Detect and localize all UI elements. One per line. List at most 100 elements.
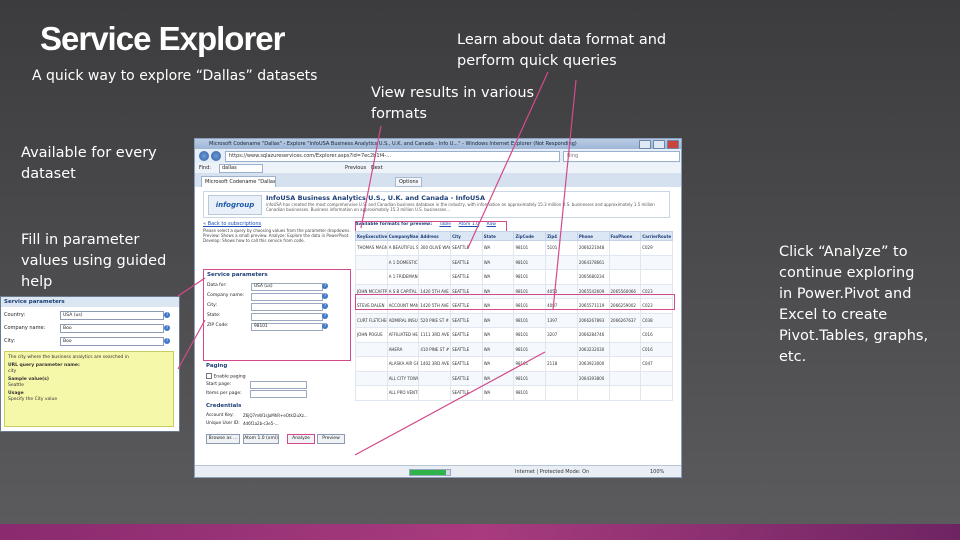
inset-country-select[interactable]: USA (us) — [60, 311, 164, 320]
column-header[interactable]: Address — [418, 231, 452, 241]
column-header[interactable]: CarrierRoute — [640, 231, 673, 241]
table-cell: SEATTLE — [450, 269, 483, 285]
table-cell — [608, 254, 642, 270]
column-header[interactable]: KeyExecutive — [355, 231, 388, 241]
search-input[interactable]: Bing — [563, 151, 680, 162]
table-row: ALASKA AIR GROUP1402 3RD AVE # 6000SEATT… — [355, 356, 673, 372]
param-label: State: — [207, 313, 221, 318]
inset-company-input[interactable]: Boo — [60, 324, 164, 333]
table-row: ALL CITY TOWING SEATTLEWA98101 2064393800 — [355, 370, 673, 386]
help-icon[interactable]: ? — [322, 293, 328, 299]
inset-param-label: Country: — [4, 312, 26, 318]
callout-available: Available for every dataset — [21, 145, 157, 182]
column-header[interactable]: ZipCode — [513, 231, 547, 241]
table-cell: ALL PRO VENTILATION — [386, 385, 420, 401]
find-label: Find: — [199, 165, 211, 171]
column-header[interactable]: FaxPhone — [608, 231, 642, 241]
table-cell — [608, 269, 642, 285]
table-cell: 1111 3RD AVE # 1125 — [418, 327, 452, 343]
status-text: Internet | Protected Mode: On — [515, 469, 590, 475]
table-cell — [418, 385, 452, 401]
back-arrow-icon[interactable] — [199, 151, 209, 161]
table-cell: 5101 — [545, 240, 578, 256]
zoom-level[interactable]: 100% — [650, 466, 664, 477]
options-button[interactable]: Options — [395, 177, 423, 187]
tip-sample-label: Sample value(s) — [8, 377, 49, 382]
items-per-page-input[interactable] — [250, 390, 307, 398]
param-company-input[interactable] — [251, 293, 323, 301]
table-cell: ADMIRAL INSURANCE CO — [386, 312, 420, 328]
table-cell: 520 PIKE ST # 2609 — [418, 312, 452, 328]
maximize-button[interactable] — [653, 140, 665, 149]
help-icon[interactable]: ? — [164, 312, 170, 318]
param-zip-input[interactable]: 98101 — [251, 323, 323, 331]
browser-window: Microsoft Codename "Dallas" - Explore "I… — [194, 138, 682, 478]
table-cell — [545, 341, 578, 357]
find-input[interactable]: dallas — [219, 164, 263, 173]
analyze-button[interactable]: Analyze — [287, 434, 315, 444]
table-cell — [355, 356, 388, 372]
minimize-button[interactable] — [639, 140, 651, 149]
table-cell: WA — [481, 254, 515, 270]
column-header[interactable]: Phone — [576, 231, 610, 241]
column-header[interactable]: Zip4 — [545, 231, 578, 241]
find-next-button[interactable]: Next — [371, 165, 383, 171]
find-previous-button[interactable]: Previous — [345, 165, 366, 171]
page-content: infogroup InfoUSA Business Analytics U.S… — [195, 187, 681, 467]
table-cell — [608, 356, 642, 372]
row-highlight — [355, 294, 675, 310]
param-label: Company name: — [207, 293, 245, 298]
help-icon[interactable]: ? — [322, 283, 328, 289]
tip-sample-value: Seattle — [8, 383, 24, 388]
param-city-input[interactable] — [251, 303, 323, 311]
table-cell: SEATTLE — [450, 254, 483, 270]
user-id-value: 4d6f1a2b-c3e5-... — [243, 421, 279, 426]
table-cell: 2066221048 — [576, 240, 610, 256]
table-cell: SEATTLE — [450, 370, 483, 386]
table-cell: C038 — [640, 312, 673, 328]
tip-description: The city where the business analytics ar… — [8, 355, 129, 360]
help-icon[interactable]: ? — [322, 313, 328, 319]
table-cell — [608, 370, 642, 386]
param-data-for-select[interactable]: USA (us) — [251, 283, 323, 291]
table-cell — [640, 254, 673, 270]
table-row: A 1 FRIDEMAN AWS BUILDING CONSTRUCTION SE… — [355, 269, 673, 285]
param-label: ZIP Code: — [207, 323, 229, 328]
table-cell: A 1 DOMESTIC REFRIGERATION SVC — [386, 254, 420, 270]
preview-button[interactable]: Preview — [317, 434, 345, 444]
param-state-input[interactable] — [251, 313, 323, 321]
forward-arrow-icon[interactable] — [211, 151, 221, 161]
window-controls — [639, 140, 679, 149]
back-to-subscriptions-link[interactable]: « Back to subscriptions — [203, 221, 261, 227]
help-icon[interactable]: ? — [164, 325, 170, 331]
column-header[interactable]: CompanyName — [386, 231, 420, 241]
tab-row: Microsoft Codename "Dallas" - Explore "I… — [195, 173, 681, 188]
address-bar[interactable]: https://www.sqlazureservices.com/Explore… — [225, 151, 560, 162]
inset-city-input[interactable]: Boo — [60, 337, 164, 346]
table-cell: C047 — [640, 356, 673, 372]
enable-paging-checkbox[interactable]: Enable paging — [206, 373, 246, 380]
close-button[interactable] — [667, 140, 679, 149]
start-page-input[interactable] — [250, 381, 307, 389]
table-cell: A BEAUTIFUL SMILE — [386, 240, 420, 256]
table-cell: SEATTLE — [450, 385, 483, 401]
callout-learn: Learn about data format and perform quic… — [457, 32, 667, 69]
table-cell: WA — [481, 312, 515, 328]
help-icon[interactable]: ? — [164, 338, 170, 344]
slide-subtitle: A quick way to explore “Dallas” datasets — [32, 68, 318, 84]
table-cell — [608, 385, 642, 401]
inset-param-label: Company name: — [4, 325, 46, 331]
table-row: AHERA410 PINE ST # 200SEATTLEWA98101 2063… — [355, 341, 673, 357]
help-icon[interactable]: ? — [322, 303, 328, 309]
table-cell — [355, 269, 388, 285]
table-cell: 2066267893 — [576, 312, 610, 328]
column-header[interactable]: State — [481, 231, 515, 241]
browse-as-button[interactable]: Browse as ... — [206, 434, 240, 444]
help-icon[interactable]: ? — [322, 323, 328, 329]
table-cell: 98101 — [513, 341, 547, 357]
table-cell — [545, 370, 578, 386]
table-cell: SEATTLE — [450, 312, 483, 328]
table-cell: SEATTLE — [450, 327, 483, 343]
format-select[interactable]: Atom 1.0 (xml) — [243, 434, 279, 444]
column-header[interactable]: City — [450, 231, 483, 241]
